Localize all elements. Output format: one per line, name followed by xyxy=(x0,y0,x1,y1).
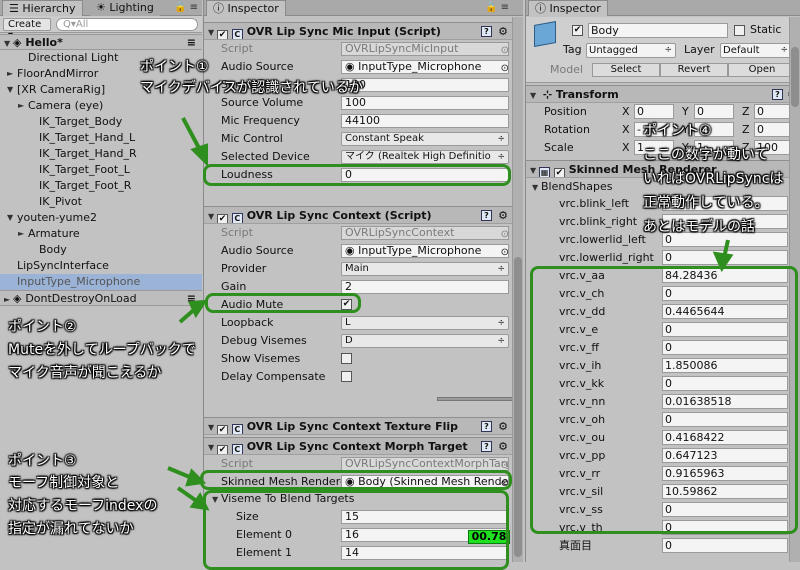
annotation-3-line3: 指定が漏れてないか xyxy=(8,521,134,537)
annotation-arrows xyxy=(167,117,734,511)
arrow-4-head xyxy=(712,251,734,273)
annotation-3-line2: 対応するモーフindexの xyxy=(8,498,158,514)
annotation-4-line2: いればOVRLipSyncは xyxy=(643,171,784,187)
annotation-3-line1: モーフ制御対象と xyxy=(8,475,120,491)
annotation-2-line2: マイク音声が聞こえるか xyxy=(8,365,162,381)
annotation-4-title: ポイント④ xyxy=(643,123,712,139)
arrow-1 xyxy=(181,117,202,151)
annotation-4-line1: ここの数字が動いて xyxy=(643,147,769,163)
annotation-4-line4: あとはモデルの話 xyxy=(643,219,755,235)
annotation-3-title: ポイント③ xyxy=(8,453,77,469)
annotation-1-title: ポイント① xyxy=(140,59,209,75)
arrow-1-head xyxy=(190,143,208,167)
annotation-1-line1: マイクデバイスが認識されているか xyxy=(140,80,363,96)
annotation-2-title: ポイント② xyxy=(8,319,77,335)
annotation-4-line3: 正常動作している。 xyxy=(643,195,769,211)
arrow-3a-head xyxy=(185,468,207,487)
annotation-2-line1: Muteを外してループバックで xyxy=(8,342,196,358)
